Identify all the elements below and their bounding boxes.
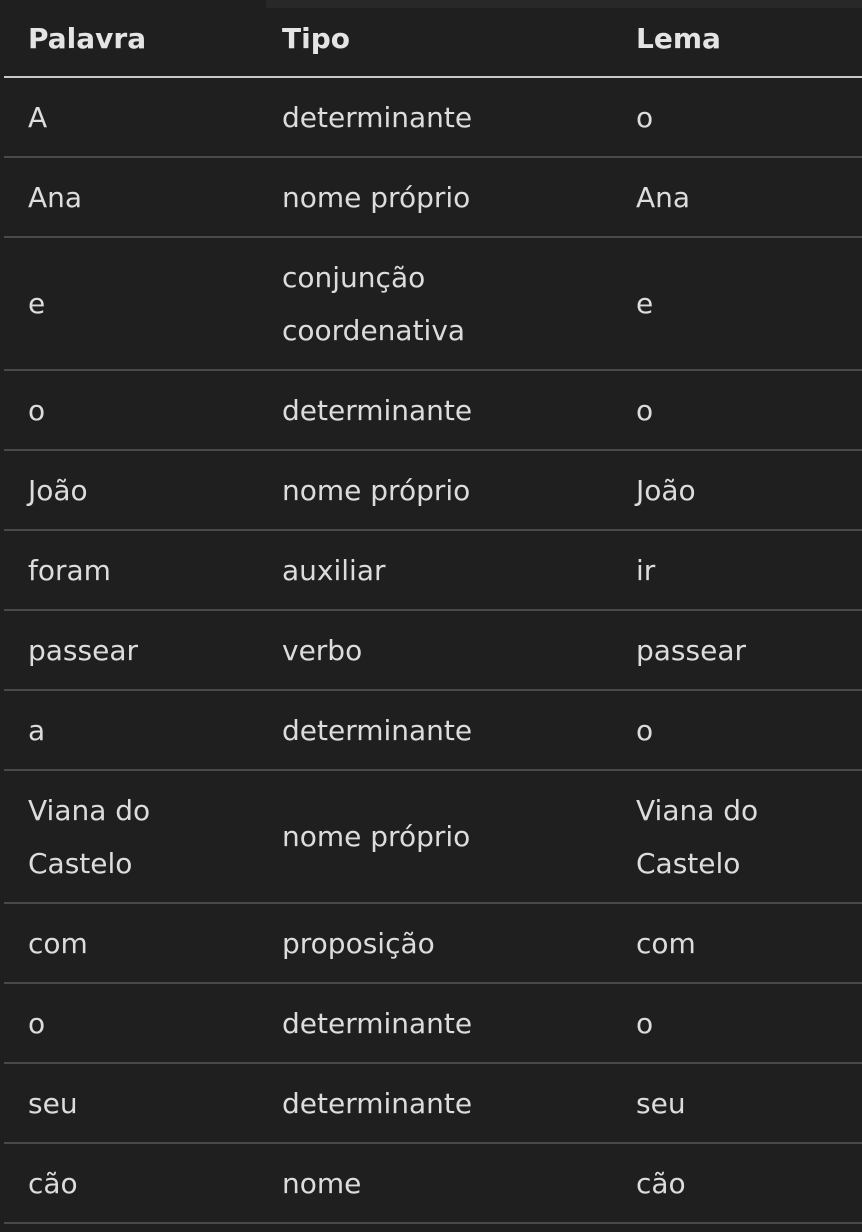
table-row: e conjunção coordenativa e [4,237,862,371]
header-tipo: Tipo [258,0,612,78]
table-row: João nome próprio João [4,450,862,531]
cell-palavra: o [4,983,258,1064]
cell-palavra: Ana [4,157,258,238]
table-row: o determinante o [4,370,862,451]
cell-palavra: foram [4,530,258,611]
cell-palavra: passear [4,610,258,691]
cell-lema: passear [612,610,862,691]
cell-tipo: determinante [258,690,612,771]
cell-lema: o [612,77,862,158]
cell-palavra: com [4,903,258,984]
cell-palavra: João [4,450,258,531]
table-row: Viana do Castelo nome próprio Viana do C… [4,770,862,904]
table-row: o determinante o [4,983,862,1064]
cell-palavra: a [4,690,258,771]
cell-palavra: e [4,237,258,371]
cell-lema: cão [612,1143,862,1224]
cell-tipo: verbo [258,610,612,691]
cell-tipo: determinante [258,983,612,1064]
cell-lema: o [612,690,862,771]
table-row: A determinante o [4,77,862,158]
cell-tipo: nome próprio [258,450,612,531]
table-row: foram auxiliar ir [4,530,862,611]
cell-lema: ir [612,530,862,611]
cell-lema: e [612,237,862,371]
cell-lema: João [612,450,862,531]
header-lema: Lema [612,0,862,78]
table-row: a determinante o [4,690,862,771]
table-header-row: Palavra Tipo Lema [4,0,862,78]
table-row: seu determinante seu [4,1063,862,1144]
cell-palavra: seu [4,1063,258,1144]
cell-lema: Viana do Castelo [612,770,862,904]
cell-tipo: auxiliar [258,530,612,611]
cell-palavra: Viana do Castelo [4,770,258,904]
cell-tipo: nome próprio [258,770,612,904]
cell-tipo: nome próprio [258,157,612,238]
cell-tipo: determinante [258,370,612,451]
table-row: Ana nome próprio Ana [4,157,862,238]
word-analysis-table: Palavra Tipo Lema A determinante o Ana n… [4,0,862,1224]
table-row: cão nome cão [4,1143,862,1224]
cell-lema: o [612,983,862,1064]
cell-tipo: determinante [258,1063,612,1144]
cell-tipo: nome [258,1143,612,1224]
header-palavra: Palavra [4,0,258,78]
table-row: passear verbo passear [4,610,862,691]
cell-palavra: cão [4,1143,258,1224]
cell-lema: com [612,903,862,984]
cell-lema: Ana [612,157,862,238]
table-row: com proposição com [4,903,862,984]
cell-palavra: o [4,370,258,451]
cell-tipo: conjunção coordenativa [258,237,612,371]
cell-tipo: proposição [258,903,612,984]
cell-palavra: A [4,77,258,158]
cell-tipo: determinante [258,77,612,158]
cell-lema: o [612,370,862,451]
cell-lema: seu [612,1063,862,1144]
